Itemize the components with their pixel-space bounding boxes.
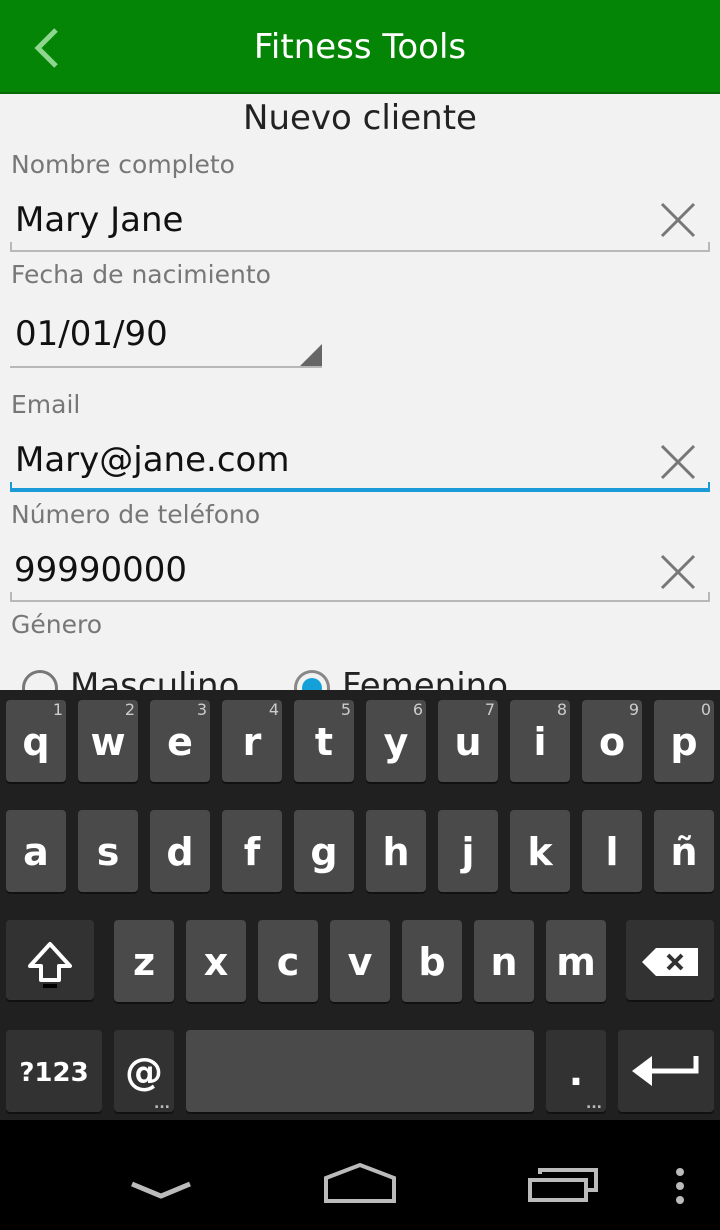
birthdate-label: Fecha de nacimiento <box>11 260 271 289</box>
soft-keyboard: q1w2e3r4t5y6u7i8o9p0 asdfghjklñ zxcvbnm … <box>0 690 720 1120</box>
birthdate-value: 01/01/90 <box>15 314 168 354</box>
key-g[interactable]: g <box>294 810 354 892</box>
new-client-form: Nuevo cliente Nombre completo Mary Jane … <box>0 94 720 690</box>
key-u[interactable]: u7 <box>438 700 498 782</box>
key-l[interactable]: l <box>582 810 642 892</box>
name-field[interactable]: Mary Jane <box>10 190 710 252</box>
key-t[interactable]: t5 <box>294 700 354 782</box>
key-r[interactable]: r4 <box>222 700 282 782</box>
home-icon[interactable] <box>322 1162 398 1204</box>
key-p[interactable]: p0 <box>654 700 714 782</box>
key-d[interactable]: d <box>150 810 210 892</box>
email-label: Email <box>11 390 81 419</box>
key-a[interactable]: a <box>6 810 66 892</box>
radio-masculino[interactable] <box>22 670 58 690</box>
key-h[interactable]: h <box>366 810 426 892</box>
name-label: Nombre completo <box>11 150 235 179</box>
key-c[interactable]: c <box>258 920 318 1002</box>
space-key[interactable] <box>186 1030 534 1112</box>
key-z[interactable]: z <box>114 920 174 1002</box>
name-underline <box>10 250 710 252</box>
phone-value: 99990000 <box>14 550 188 590</box>
close-icon[interactable] <box>658 200 698 240</box>
key-j[interactable]: j <box>438 810 498 892</box>
app-bar: Fitness Tools <box>0 0 720 94</box>
key-x[interactable]: x <box>186 920 246 1002</box>
email-underline <box>10 488 710 492</box>
close-icon[interactable] <box>658 552 698 592</box>
enter-arrow-icon <box>632 1056 699 1086</box>
recent-apps-icon[interactable] <box>526 1166 600 1204</box>
key-m[interactable]: m <box>546 920 606 1002</box>
system-nav-bar <box>0 1120 720 1230</box>
gender-label: Género <box>11 610 103 639</box>
key-i[interactable]: i8 <box>510 700 570 782</box>
key-w[interactable]: w2 <box>78 700 138 782</box>
overflow-menu-icon[interactable] <box>672 1166 688 1206</box>
key-f[interactable]: f <box>222 810 282 892</box>
symbols-key[interactable]: ?123 <box>6 1030 102 1112</box>
key-b[interactable]: b <box>402 920 462 1002</box>
key-ñ[interactable]: ñ <box>654 810 714 892</box>
more-indicator: ... <box>154 1096 170 1112</box>
key-q[interactable]: q1 <box>6 700 66 782</box>
page-title: Nuevo cliente <box>243 98 477 138</box>
key-o[interactable]: o9 <box>582 700 642 782</box>
more-indicator: ... <box>586 1096 602 1112</box>
phone-label: Número de teléfono <box>11 500 261 529</box>
period-key[interactable]: . ... <box>546 1030 606 1112</box>
email-field[interactable]: Mary@jane.com <box>10 430 710 492</box>
at-key[interactable]: @ ... <box>114 1030 174 1112</box>
radio-label-masculino[interactable]: Masculino <box>70 666 239 690</box>
shift-arrow-icon <box>28 942 72 988</box>
enter-key[interactable] <box>618 1030 714 1112</box>
dropdown-triangle-icon <box>298 344 322 368</box>
email-value: Mary@jane.com <box>15 440 290 480</box>
close-icon[interactable] <box>658 442 698 482</box>
birthdate-spinner[interactable]: 01/01/90 <box>10 300 322 368</box>
chevron-down-icon[interactable] <box>130 1178 192 1202</box>
key-v[interactable]: v <box>330 920 390 1002</box>
phone-field[interactable]: 99990000 <box>10 540 710 602</box>
key-e[interactable]: e3 <box>150 700 210 782</box>
backspace-key[interactable] <box>626 920 714 1000</box>
key-y[interactable]: y6 <box>366 700 426 782</box>
phone-underline <box>10 600 710 602</box>
shift-key[interactable] <box>6 920 94 1000</box>
key-k[interactable]: k <box>510 810 570 892</box>
key-n[interactable]: n <box>474 920 534 1002</box>
backspace-icon <box>642 948 698 976</box>
radio-label-femenino[interactable]: Femenino <box>342 666 508 690</box>
key-s[interactable]: s <box>78 810 138 892</box>
name-value: Mary Jane <box>15 200 184 240</box>
radio-femenino[interactable] <box>294 670 330 690</box>
app-title: Fitness Tools <box>253 27 467 67</box>
